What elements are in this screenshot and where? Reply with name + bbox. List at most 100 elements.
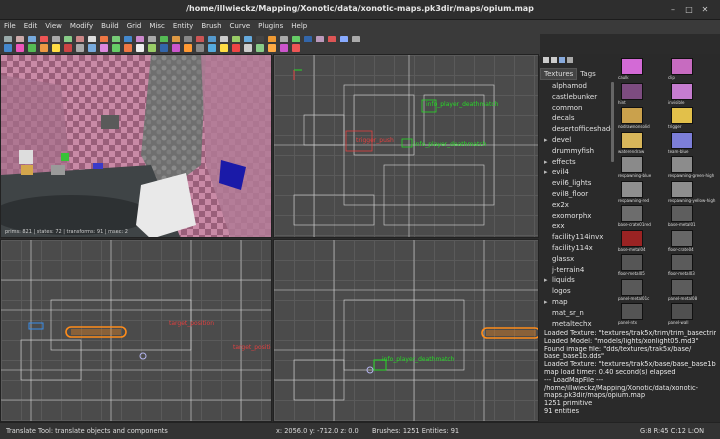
camera-viewport[interactable]: prims: 821 | states: 72 | transforms: 91… — [0, 54, 272, 238]
toolbar-icon[interactable] — [88, 44, 96, 52]
toolbar-icon[interactable] — [148, 44, 156, 52]
texture-thumbnail[interactable]: invisible — [668, 82, 716, 107]
menu-help[interactable]: Help — [287, 20, 311, 30]
toolbar-icon[interactable] — [136, 44, 144, 52]
texture-thumbnail[interactable]: caulk — [618, 58, 666, 82]
toolbar-icon[interactable] — [52, 44, 60, 52]
view-icon[interactable] — [567, 57, 573, 63]
texture-folder-item[interactable]: alphamod — [540, 81, 613, 92]
texture-thumbnail[interactable]: respawning-red — [618, 180, 666, 205]
menu-modify[interactable]: Modify — [66, 20, 97, 30]
texture-folder-item[interactable]: evil6_lights — [540, 178, 613, 189]
maximize-icon[interactable]: □ — [684, 5, 694, 15]
menu-file[interactable]: File — [0, 20, 20, 30]
toolbar-icon[interactable] — [184, 44, 192, 52]
texture-thumbnail[interactable]: waterendraw — [618, 131, 666, 156]
texture-folder-item[interactable]: j-terrain4 — [540, 265, 613, 276]
minimize-icon[interactable]: – — [668, 5, 678, 15]
toolbar-icon[interactable] — [232, 44, 240, 52]
texture-thumbnail[interactable]: floor-metal03 — [668, 254, 716, 278]
console-line: 91 entities — [544, 407, 580, 415]
refresh-icon[interactable] — [543, 57, 549, 63]
menu-grid[interactable]: Grid — [123, 20, 146, 30]
toolbar-icon[interactable] — [196, 44, 204, 52]
ortho-viewport-bottom-right[interactable]: info_player_deathmatch — [273, 239, 539, 422]
texture-thumbnail[interactable]: panel-ntx — [618, 303, 666, 327]
texture-thumbnail[interactable]: respawning-yellow-high — [668, 180, 716, 205]
tree-scrollbar[interactable] — [611, 82, 614, 162]
texture-thumbnail[interactable]: trigger — [668, 107, 716, 131]
toolbar-icon[interactable] — [4, 44, 12, 52]
toolbar-icon[interactable] — [160, 44, 168, 52]
texture-folder-item[interactable]: metaltechx — [540, 319, 613, 330]
texture-folder-item[interactable]: exomorphx — [540, 211, 613, 222]
settings-icon[interactable] — [551, 57, 557, 63]
texture-thumbnail[interactable]: base-metal04 — [618, 229, 666, 254]
texture-thumbnail[interactable]: nodrawnonsolid — [618, 107, 666, 131]
texture-thumbnail[interactable]: respawning-green-high — [668, 156, 716, 180]
toolbar-icon[interactable] — [280, 44, 288, 52]
texture-thumbnail[interactable]: floor-crate04 — [668, 229, 716, 254]
texture-thumbnail[interactable]: team-blue — [668, 131, 716, 156]
menu-view[interactable]: View — [41, 20, 66, 30]
wireframe — [1, 240, 271, 421]
texture-thumbnail[interactable]: base-crate01red — [618, 205, 666, 229]
tab-tags[interactable]: Tags — [577, 69, 599, 79]
toolbar-icon[interactable] — [40, 44, 48, 52]
ortho-viewport-top-right[interactable]: info_player_deathmatch trigger_push info… — [273, 54, 539, 238]
toolbar-icon[interactable] — [64, 44, 72, 52]
texture-folder-item[interactable]: desertofficeshaders — [540, 124, 613, 135]
menu-edit[interactable]: Edit — [20, 20, 42, 30]
texture-folder-item[interactable]: devel — [540, 135, 613, 146]
menu-brush[interactable]: Brush — [197, 20, 225, 30]
menu-misc[interactable]: Misc — [145, 20, 168, 30]
texture-folder-item[interactable]: evil4 — [540, 167, 613, 178]
texture-thumbnail[interactable]: panel-metal08 — [668, 278, 716, 303]
toolbar-icon[interactable] — [124, 44, 132, 52]
texture-folder-item[interactable]: glassx — [540, 254, 613, 265]
menu-plugins[interactable]: Plugins — [254, 20, 287, 30]
texture-folder-item[interactable]: ex2x — [540, 200, 613, 211]
toolbar-icon[interactable] — [208, 44, 216, 52]
texture-thumbnail[interactable]: clip — [668, 58, 716, 82]
texture-thumbnail[interactable]: floor-metal05 — [618, 254, 666, 278]
texture-thumbnail[interactable]: panel-wall — [668, 303, 716, 327]
toolbar-icon[interactable] — [112, 44, 120, 52]
texture-folder-item[interactable]: map — [540, 297, 613, 308]
texture-thumbnail[interactable]: hint — [618, 82, 666, 107]
toolbar-icon[interactable] — [256, 44, 264, 52]
tab-textures[interactable]: Textures — [540, 68, 578, 80]
texture-thumbnail[interactable]: panel-metal01c — [618, 278, 666, 303]
texture-folder-item[interactable]: common — [540, 103, 613, 114]
texture-folder-item[interactable]: decals — [540, 113, 613, 124]
close-icon[interactable]: ✕ — [700, 5, 710, 15]
texture-folder-item[interactable]: drummyfish — [540, 146, 613, 157]
texture-folder-item[interactable]: facility114invx — [540, 232, 613, 243]
texture-folder-item[interactable]: exx — [540, 221, 613, 232]
menu-curve[interactable]: Curve — [226, 20, 255, 30]
menu-entity[interactable]: Entity — [169, 20, 197, 30]
toolbar-icon[interactable] — [28, 44, 36, 52]
texture-thumbnail[interactable]: respawning-blue — [618, 156, 666, 180]
ortho-viewport-bottom-left[interactable]: target_position target_position — [0, 239, 272, 422]
toolbar-icon[interactable] — [268, 44, 276, 52]
menu-build[interactable]: Build — [97, 20, 123, 30]
texture-folder-item[interactable]: evil8_floor — [540, 189, 613, 200]
filter-icon[interactable] — [559, 57, 565, 63]
texture-thumbnail[interactable]: base-metal01 — [668, 205, 716, 229]
texture-folder-item[interactable]: liquids — [540, 275, 613, 286]
texture-thumbnails: caulk clip hint invisible nodrawnonsolid trig… — [618, 54, 718, 330]
toolbar-icon[interactable] — [100, 44, 108, 52]
toolbar-icon[interactable] — [16, 44, 24, 52]
toolbar-icon[interactable] — [292, 44, 300, 52]
toolbar-icon[interactable] — [76, 44, 84, 52]
texture-folder-item[interactable]: logos — [540, 286, 613, 297]
texture-folder-item[interactable]: effects — [540, 157, 613, 168]
texture-folder-item[interactable]: castlebunker — [540, 92, 613, 103]
toolbar-icon[interactable] — [172, 44, 180, 52]
toolbar-icon[interactable] — [220, 44, 228, 52]
texture-folder-item[interactable]: facility114x — [540, 243, 613, 254]
texture-swatch — [671, 303, 693, 320]
texture-folder-item[interactable]: mat_sr_n — [540, 308, 613, 319]
toolbar-icon[interactable] — [244, 44, 252, 52]
